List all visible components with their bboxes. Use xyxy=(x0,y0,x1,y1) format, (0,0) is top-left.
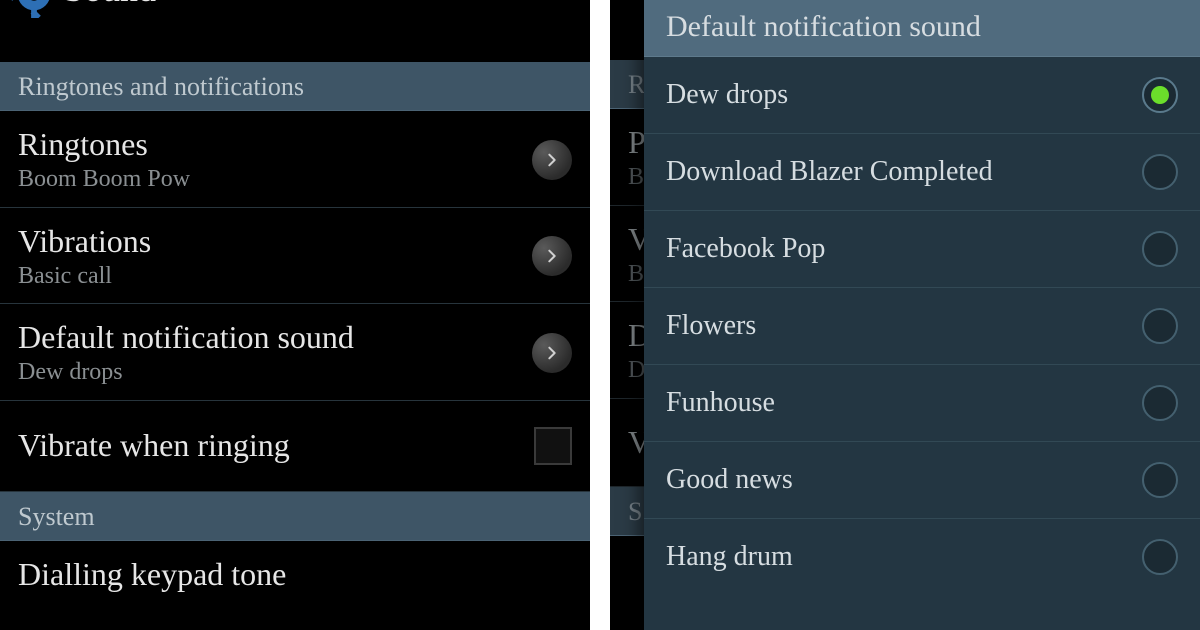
option-label: Download Blazer Completed xyxy=(666,156,993,188)
gear-icon xyxy=(10,0,58,18)
option-label: Facebook Pop xyxy=(666,233,825,265)
option-label: Good news xyxy=(666,464,793,496)
sound-option-funhouse[interactable]: Funhouse xyxy=(644,365,1200,442)
option-label: Funhouse xyxy=(666,387,775,419)
settings-header: Sound xyxy=(0,0,590,18)
row-dialling-keypad-tone[interactable]: Dialling keypad tone xyxy=(0,541,590,606)
sound-settings-screen: Sound Ringtones and notifications Ringto… xyxy=(0,0,590,630)
dialog-title: Default notification sound xyxy=(644,0,1200,57)
row-ringtones[interactable]: Ringtones Boom Boom Pow xyxy=(0,111,590,208)
radio-button[interactable] xyxy=(1142,539,1178,575)
radio-button[interactable] xyxy=(1142,154,1178,190)
sound-option-download-blazer[interactable]: Download Blazer Completed xyxy=(644,134,1200,211)
radio-button[interactable] xyxy=(1142,77,1178,113)
notification-sound-picker-screen: R P B V B D D xyxy=(610,0,1200,630)
sound-option-hang-drum[interactable]: Hang drum xyxy=(644,519,1200,595)
chevron-right-icon xyxy=(532,333,572,373)
spacer xyxy=(0,18,590,62)
page-title: Sound xyxy=(64,0,156,10)
sound-option-facebook-pop[interactable]: Facebook Pop xyxy=(644,211,1200,288)
chevron-right-icon xyxy=(532,236,572,276)
section-ringtones-notifications: Ringtones and notifications xyxy=(0,62,590,111)
row-title: Ringtones xyxy=(18,127,190,162)
row-title: Dialling keypad tone xyxy=(18,557,286,592)
row-vibrate-when-ringing[interactable]: Vibrate when ringing xyxy=(0,401,590,492)
option-label: Hang drum xyxy=(666,541,793,573)
row-title: Default notification sound xyxy=(18,320,354,355)
checkbox[interactable] xyxy=(534,427,572,465)
notification-sound-dialog: Default notification sound Dew drops Dow… xyxy=(644,0,1200,630)
option-label: Flowers xyxy=(666,310,756,342)
row-subtitle: Basic call xyxy=(18,263,151,289)
radio-button[interactable] xyxy=(1142,462,1178,498)
row-subtitle: Boom Boom Pow xyxy=(18,166,190,192)
row-subtitle: Dew drops xyxy=(18,359,354,385)
sound-option-good-news[interactable]: Good news xyxy=(644,442,1200,519)
radio-button[interactable] xyxy=(1142,308,1178,344)
row-title: Vibrate when ringing xyxy=(18,428,290,463)
screenshot-pair: Sound Ringtones and notifications Ringto… xyxy=(0,0,1200,630)
row-default-notification-sound[interactable]: Default notification sound Dew drops xyxy=(0,304,590,401)
chevron-right-icon xyxy=(532,140,572,180)
row-title: Vibrations xyxy=(18,224,151,259)
image-gap xyxy=(590,0,610,630)
sound-option-dew-drops[interactable]: Dew drops xyxy=(644,57,1200,134)
row-vibrations[interactable]: Vibrations Basic call xyxy=(0,208,590,305)
option-label: Dew drops xyxy=(666,79,788,111)
radio-button[interactable] xyxy=(1142,231,1178,267)
sound-option-flowers[interactable]: Flowers xyxy=(644,288,1200,365)
radio-button[interactable] xyxy=(1142,385,1178,421)
section-system: System xyxy=(0,492,590,541)
